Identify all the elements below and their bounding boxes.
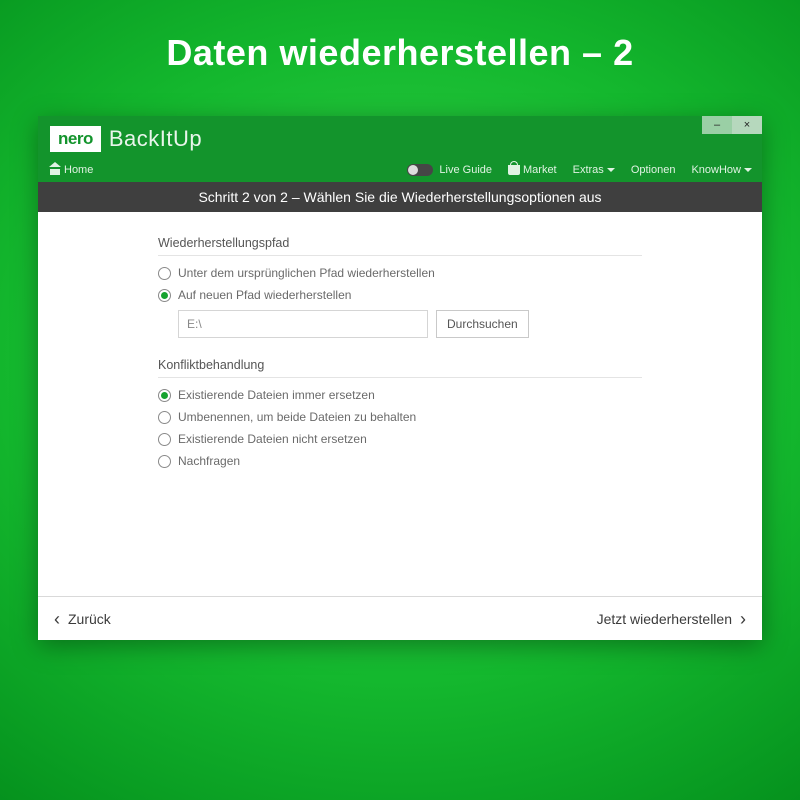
knowhow-menu[interactable]: KnowHow <box>691 164 752 176</box>
top-menu: Live Guide Market Extras Optionen KnowHo… <box>407 164 752 176</box>
knowhow-label: KnowHow <box>691 164 741 176</box>
chevron-down-icon <box>744 168 752 172</box>
browse-button[interactable]: Durchsuchen <box>436 310 529 338</box>
chevron-down-icon <box>607 168 615 172</box>
brand: nero BackItUp <box>50 126 202 152</box>
radio-icon <box>158 455 171 468</box>
extras-label: Extras <box>573 164 604 176</box>
live-guide-toggle[interactable]: Live Guide <box>407 164 492 176</box>
live-guide-label: Live Guide <box>439 164 492 176</box>
restore-label: Jetzt wiederherstellen <box>597 611 732 627</box>
restore-now-button[interactable]: Jetzt wiederherstellen › <box>597 610 746 628</box>
step-bar: Schritt 2 von 2 – Wählen Sie die Wiederh… <box>38 182 762 212</box>
product-name: BackItUp <box>109 126 202 152</box>
market-label: Market <box>523 164 557 176</box>
footer: ‹ Zurück Jetzt wiederherstellen › <box>38 596 762 640</box>
radio-label: Nachfragen <box>178 454 240 468</box>
home-icon <box>50 165 60 175</box>
app-window: – × nero BackItUp Home Live Guide Market… <box>38 116 762 640</box>
radio-conflict-rename[interactable]: Umbenennen, um beide Dateien zu behalten <box>158 410 642 424</box>
home-label: Home <box>64 164 93 176</box>
restore-path-input[interactable] <box>178 310 428 338</box>
radio-restore-new[interactable]: Auf neuen Pfad wiederherstellen <box>158 288 642 302</box>
basket-icon <box>508 165 520 175</box>
radio-label: Existierende Dateien immer ersetzen <box>178 388 375 402</box>
radio-icon <box>158 411 171 424</box>
optionen-menu[interactable]: Optionen <box>631 164 676 176</box>
restore-path-heading: Wiederherstellungspfad <box>158 236 642 256</box>
optionen-label: Optionen <box>631 164 676 176</box>
home-link[interactable]: Home <box>50 164 93 176</box>
titlebar: – × nero BackItUp Home Live Guide Market… <box>38 116 762 182</box>
page-heading: Daten wiederherstellen – 2 <box>0 0 800 74</box>
path-row: Durchsuchen <box>178 310 642 338</box>
radio-label: Unter dem ursprünglichen Pfad wiederhers… <box>178 266 435 280</box>
radio-icon <box>158 433 171 446</box>
back-button[interactable]: ‹ Zurück <box>54 610 111 628</box>
conflict-heading: Konfliktbehandlung <box>158 358 642 378</box>
back-label: Zurück <box>68 611 111 627</box>
radio-icon <box>158 267 171 280</box>
content-area: Wiederherstellungspfad Unter dem ursprün… <box>38 212 762 596</box>
radio-conflict-ask[interactable]: Nachfragen <box>158 454 642 468</box>
radio-conflict-replace[interactable]: Existierende Dateien immer ersetzen <box>158 388 642 402</box>
minimize-button[interactable]: – <box>702 116 732 134</box>
radio-restore-original[interactable]: Unter dem ursprünglichen Pfad wiederhers… <box>158 266 642 280</box>
radio-label: Auf neuen Pfad wiederherstellen <box>178 288 351 302</box>
chevron-right-icon: › <box>740 610 746 628</box>
chevron-left-icon: ‹ <box>54 610 60 628</box>
market-link[interactable]: Market <box>508 164 557 176</box>
brand-logo: nero <box>50 126 101 152</box>
radio-label: Umbenennen, um beide Dateien zu behalten <box>178 410 416 424</box>
window-controls: – × <box>702 116 762 134</box>
radio-conflict-skip[interactable]: Existierende Dateien nicht ersetzen <box>158 432 642 446</box>
toggle-icon <box>407 164 433 176</box>
radio-label: Existierende Dateien nicht ersetzen <box>178 432 367 446</box>
radio-icon <box>158 389 171 402</box>
extras-menu[interactable]: Extras <box>573 164 615 176</box>
radio-icon <box>158 289 171 302</box>
close-button[interactable]: × <box>732 116 762 134</box>
